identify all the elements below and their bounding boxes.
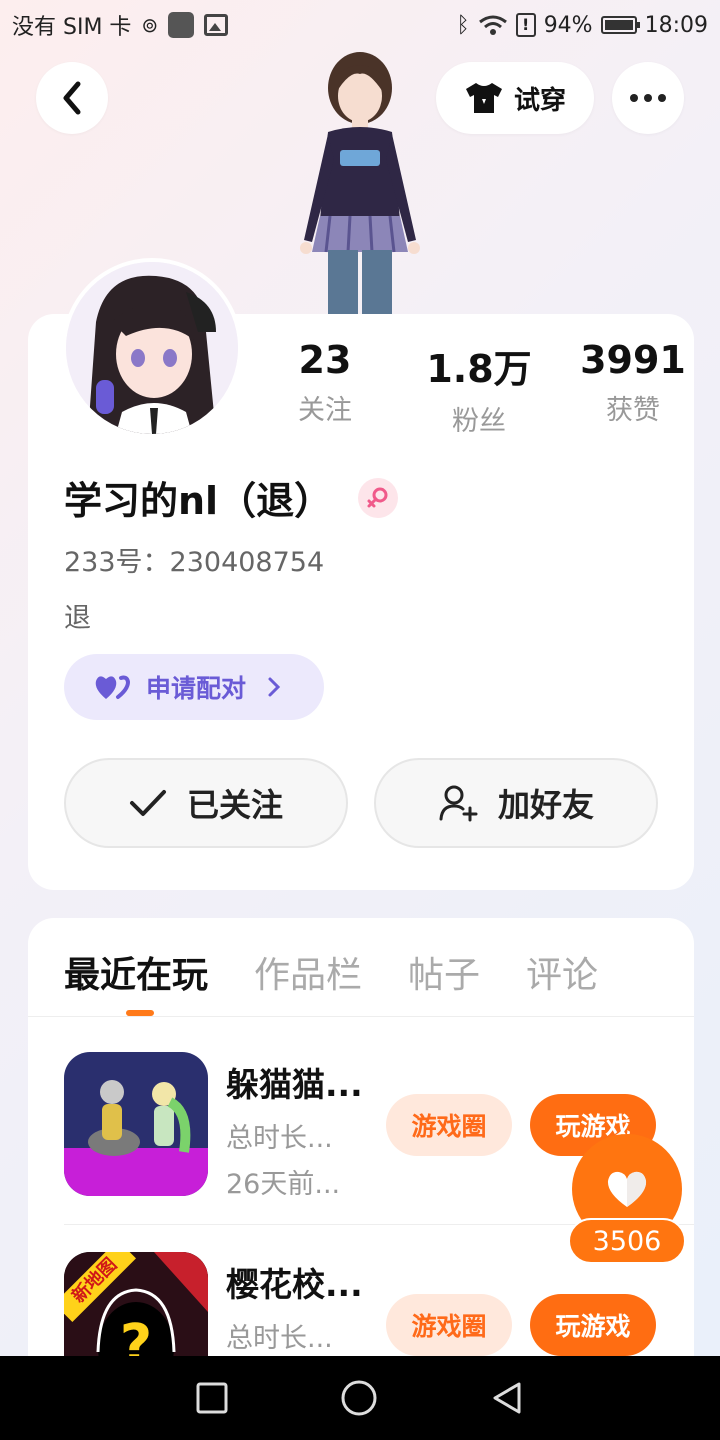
female-icon (358, 477, 399, 518)
check-icon (129, 790, 166, 816)
add-user-icon (439, 785, 478, 822)
game-circle-button[interactable]: 游戏圈 (386, 1294, 512, 1356)
app-notification-icon (168, 12, 195, 38)
tab-posts[interactable]: 帖子 (408, 946, 480, 998)
followers-label: 粉丝 (452, 406, 506, 437)
hearts-icon (95, 675, 131, 699)
add-friend-label: 加好友 (497, 786, 594, 824)
add-friend-button[interactable]: 加好友 (374, 758, 658, 848)
like-count: 3506 (568, 1218, 686, 1264)
chevron-left-icon (63, 81, 81, 115)
tabs-divider (28, 1016, 694, 1017)
avatar (66, 262, 238, 434)
recent-apps-button[interactable] (195, 1381, 229, 1415)
gallery-icon (204, 14, 229, 36)
followers-count: 1.8万 (426, 347, 532, 391)
battery-percent: 94% (543, 12, 593, 38)
stats-row: 23 关注 1.8万 粉丝 3991 获赞 (248, 338, 710, 438)
more-icon (627, 94, 669, 102)
followed-label: 已关注 (186, 786, 283, 824)
chevron-right-icon (268, 677, 281, 697)
game-duration: 总时长... (226, 1323, 333, 1354)
tab-recent-play[interactable]: 最近在玩 (64, 946, 208, 998)
system-nav-bar (0, 1356, 720, 1440)
home-button[interactable] (339, 1378, 379, 1418)
more-button[interactable] (612, 62, 684, 134)
likes-label: 获赞 (606, 395, 660, 426)
game-title: 樱花校... (226, 1265, 363, 1304)
tab-works[interactable]: 作品栏 (254, 946, 362, 998)
bio: 退 (64, 603, 91, 634)
following-label: 关注 (298, 395, 352, 426)
stat-followers[interactable]: 1.8万 粉丝 (402, 338, 556, 438)
try-on-label: 试穿 (513, 85, 566, 116)
avatar-3d-figure[interactable] (270, 40, 450, 320)
apply-match-button[interactable]: 申请配对 (64, 654, 324, 720)
bluetooth-icon: ᛒ (456, 12, 470, 38)
game-thumbnail (64, 1052, 208, 1196)
stat-following[interactable]: 23 关注 (248, 338, 402, 438)
likes-count: 3991 (580, 338, 686, 382)
alert-icon: ! (515, 13, 536, 37)
back-button[interactable] (36, 62, 108, 134)
back-nav-button[interactable] (489, 1380, 525, 1416)
hotspot-icon: ⊚ (141, 13, 159, 37)
tab-comments[interactable]: 评论 (526, 946, 598, 998)
wifi-icon (478, 15, 507, 35)
user-id: 233号：230408754 (64, 547, 325, 578)
apply-match-label: 申请配对 (146, 674, 247, 703)
try-on-button[interactable]: 试穿 (436, 62, 594, 134)
followed-button[interactable]: 已关注 (64, 758, 348, 848)
profile-avatar[interactable] (62, 258, 242, 438)
game-circle-button[interactable]: 游戏圈 (386, 1094, 512, 1156)
username-row: 学习的nl（退） (64, 470, 399, 525)
clock: 18:09 (644, 12, 708, 38)
profile-tabs: 最近在玩 作品栏 帖子 评论 (64, 946, 598, 998)
game-duration: 总时长... (226, 1123, 333, 1154)
battery-icon (600, 16, 640, 34)
game-last-played: 26天前... (226, 1169, 341, 1200)
play-game-button[interactable]: 玩游戏 (530, 1294, 656, 1356)
stat-likes[interactable]: 3991 获赞 (556, 338, 710, 438)
heart-icon (607, 1171, 647, 1207)
carrier-label: 没有 SIM 卡 (12, 15, 132, 40)
tshirt-icon (465, 83, 502, 113)
following-count: 23 (298, 338, 352, 382)
game-title: 躲猫猫... (226, 1065, 363, 1104)
username: 学习的nl（退） (64, 479, 333, 523)
